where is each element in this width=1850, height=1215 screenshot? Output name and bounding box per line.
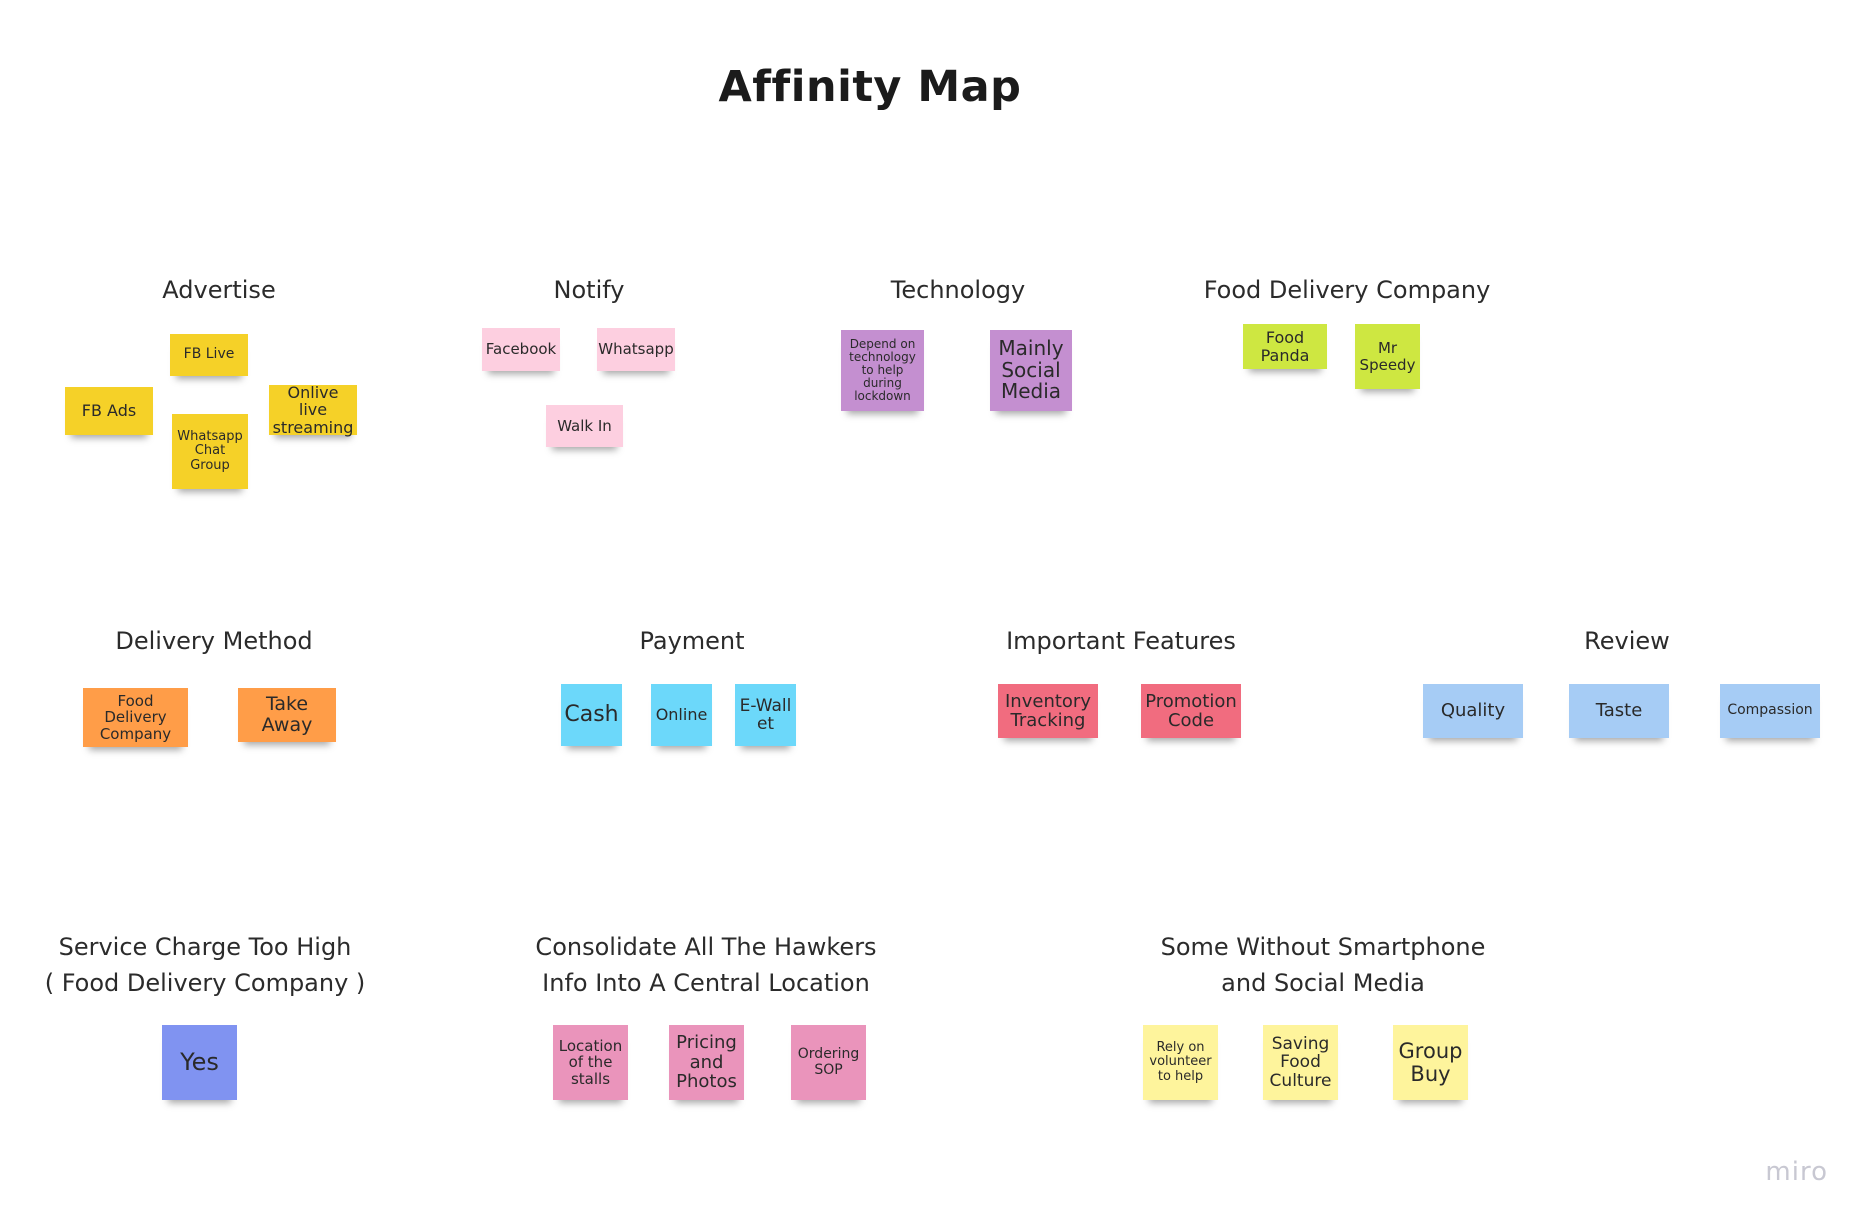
sticky-note[interactable]: E-Wallet (735, 684, 796, 746)
sticky-note[interactable]: FB Live (170, 334, 248, 376)
heading-line: ( Food Delivery Company ) (44, 969, 366, 997)
sticky-note[interactable]: Online (651, 684, 712, 746)
sticky-note[interactable]: Food Panda (1243, 324, 1327, 369)
miro-logo: miro (1765, 1157, 1828, 1187)
group-heading-delivery-method: Delivery Method (115, 627, 313, 655)
sticky-note[interactable]: Promotion Code (1141, 684, 1241, 738)
sticky-note[interactable]: Whatsapp (597, 328, 675, 371)
sticky-note[interactable]: Taste (1569, 684, 1669, 738)
heading-line: Some Without Smartphone (1160, 933, 1486, 961)
sticky-note[interactable]: Yes (162, 1025, 237, 1100)
sticky-note[interactable]: Ordering SOP (791, 1025, 866, 1100)
sticky-note[interactable]: Mainly Social Media (990, 330, 1072, 411)
board-title: Affinity Map (718, 62, 1022, 112)
group-heading-service-charge: Service Charge Too High ( Food Delivery … (45, 929, 366, 1001)
sticky-note[interactable]: Location of the stalls (553, 1025, 628, 1100)
sticky-note[interactable]: FB Ads (65, 387, 153, 435)
sticky-note[interactable]: Onlive live streaming (269, 384, 357, 436)
sticky-note[interactable]: Take Away (238, 688, 336, 742)
group-heading-notify: Notify (553, 276, 625, 304)
group-heading-food-delivery-company: Food Delivery Company (1203, 276, 1491, 304)
group-heading-consolidate-hawkers: Consolidate All The Hawkers Info Into A … (535, 929, 876, 1001)
sticky-note[interactable]: Rely on volunteer to help (1143, 1025, 1218, 1100)
sticky-note[interactable]: Saving Food Culture (1263, 1025, 1338, 1100)
sticky-note[interactable]: Cash (561, 684, 622, 746)
sticky-note[interactable]: Facebook (482, 328, 560, 371)
sticky-note[interactable]: Pricing and Photos (669, 1025, 744, 1100)
group-heading-review: Review (1584, 627, 1670, 655)
heading-line: Consolidate All The Hawkers (535, 933, 877, 961)
group-heading-technology: Technology (890, 276, 1026, 304)
sticky-note[interactable]: Compassion (1720, 684, 1820, 738)
heading-line: Service Charge Too High (58, 933, 352, 961)
sticky-note[interactable]: Whatsapp Chat Group (172, 414, 248, 489)
group-heading-payment: Payment (639, 627, 745, 655)
group-heading-without-smartphone: Some Without Smartphone and Social Media (1161, 929, 1486, 1001)
sticky-note[interactable]: Depend on technology to help during lock… (841, 330, 924, 411)
sticky-note[interactable]: Food Delivery Company (83, 688, 188, 747)
group-heading-important-features: Important Features (1006, 627, 1236, 655)
sticky-note[interactable]: Walk In (546, 405, 623, 447)
sticky-note[interactable]: Inventory Tracking (998, 684, 1098, 738)
sticky-note[interactable]: Quality (1423, 684, 1523, 738)
heading-line: Info Into A Central Location (542, 969, 870, 997)
sticky-note[interactable]: Group Buy (1393, 1025, 1468, 1100)
group-heading-advertise: Advertise (162, 276, 276, 304)
sticky-note[interactable]: Mr Speedy (1355, 324, 1420, 389)
heading-line: and Social Media (1221, 969, 1425, 997)
